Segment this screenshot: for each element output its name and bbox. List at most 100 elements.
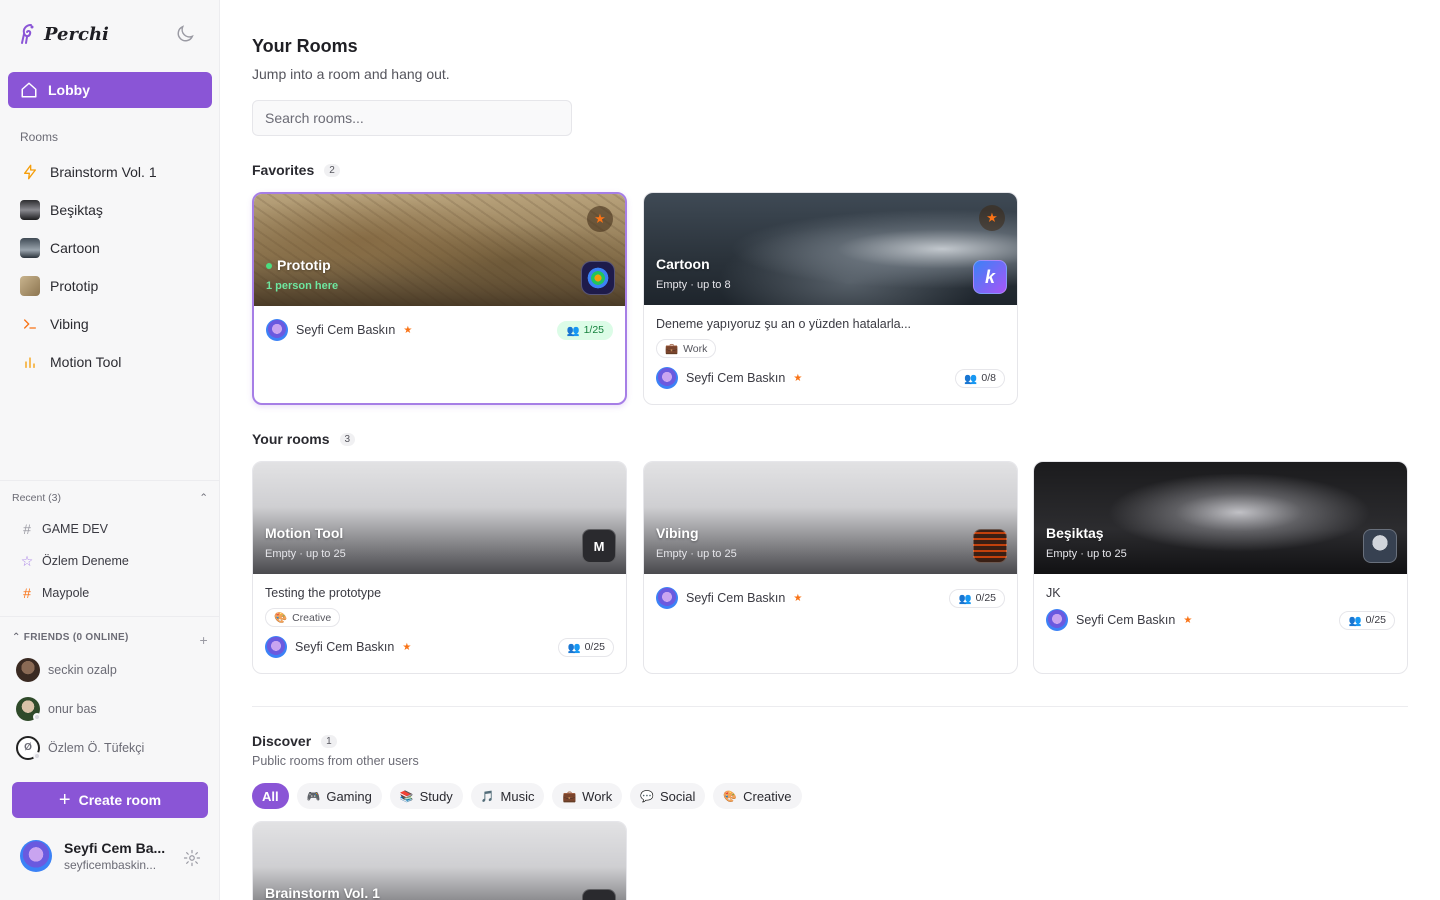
sidebar-room-besiktas[interactable]: Beşiktaş xyxy=(20,191,210,229)
add-friend-icon[interactable]: + xyxy=(200,632,208,648)
offline-status-dot xyxy=(33,752,41,760)
room-card-title: Prototip xyxy=(266,257,331,273)
chevron-up-icon[interactable]: ⌃ xyxy=(199,492,208,504)
recent-item[interactable]: ☆ Özlem Deneme xyxy=(20,545,129,577)
room-card-status: Empty · up to 25 xyxy=(265,548,346,560)
search-input[interactable] xyxy=(252,100,572,136)
online-dot xyxy=(266,263,272,270)
room-card-cartoon[interactable]: ★ Cartoon Empty · up to 8 k Deneme yapıy… xyxy=(643,192,1018,405)
your-rooms-label: Your rooms xyxy=(252,431,330,447)
recent-label: Recent (3) xyxy=(12,492,62,504)
discover-header: Discover 1 xyxy=(252,733,337,749)
favorite-star-icon[interactable]: ★ xyxy=(587,206,613,232)
favorites-count: 2 xyxy=(324,163,340,177)
sidebar-room-prototip[interactable]: Prototip xyxy=(20,267,210,305)
favorite-star-icon[interactable]: ★ xyxy=(979,205,1005,231)
room-icon xyxy=(582,889,616,900)
your-rooms-header: Your rooms 3 xyxy=(252,431,356,447)
room-card-title: Brainstorm Vol. 1 xyxy=(265,885,380,900)
room-banner: ★ Prototip 1 person here xyxy=(254,194,625,306)
sidebar-room-brainstorm[interactable]: Brainstorm Vol. 1 xyxy=(20,153,210,191)
recent-item[interactable]: # Maypole xyxy=(20,577,129,609)
room-card-title: Cartoon xyxy=(656,256,710,272)
music-note-icon: 🎵 xyxy=(480,790,495,803)
star-outline-icon: ☆ xyxy=(20,552,34,569)
sidebar-room-cartoon[interactable]: Cartoon xyxy=(20,229,210,267)
gear-icon[interactable] xyxy=(183,849,201,867)
app-name: Perchi xyxy=(44,23,109,45)
friend-name: Özlem Ö. Tüfekçi xyxy=(48,740,145,755)
page-title: Your Rooms xyxy=(252,36,358,56)
sidebar: Perchi Lobby Rooms Brainstorm Vol. 1 Beş… xyxy=(0,0,220,900)
users-icon: 👥 xyxy=(567,641,581,654)
room-card-vibing[interactable]: Vibing Empty · up to 25 Seyfi Cem Baskın… xyxy=(643,461,1018,674)
owner-name: Seyfi Cem Baskın xyxy=(295,640,395,654)
lobby-button[interactable]: Lobby xyxy=(8,72,212,108)
sidebar-room-motion-tool[interactable]: Motion Tool xyxy=(20,343,210,381)
room-card-title: Beşiktaş xyxy=(1046,525,1104,541)
friends-list: seckin ozalp onur bas Ø Özlem Ö. Tüfekçi xyxy=(16,650,144,767)
palette-icon: 🎨 xyxy=(274,612,288,624)
filter-creative[interactable]: 🎨 Creative xyxy=(713,783,802,809)
room-icon: k xyxy=(973,260,1007,294)
filter-music[interactable]: 🎵 Music xyxy=(470,783,545,809)
owner-name: Seyfi Cem Baskın xyxy=(296,323,396,337)
chevron-up-icon[interactable]: ⌃ xyxy=(12,632,21,643)
filter-gaming[interactable]: 🎮 Gaming xyxy=(296,783,382,809)
lobby-label: Lobby xyxy=(48,82,90,98)
sidebar-room-vibing[interactable]: Vibing xyxy=(20,305,210,343)
filter-study[interactable]: 📚 Study xyxy=(389,783,463,809)
recent-header[interactable]: Recent (3) ⌃ xyxy=(12,492,208,504)
room-card-prototip[interactable]: ★ Prototip 1 person here Seyfi Cem Baskı… xyxy=(252,192,627,405)
room-description: Deneme yapıyoruz şu an o yüzden hatalarl… xyxy=(656,317,912,331)
recent-item[interactable]: # GAME DEV xyxy=(20,513,129,545)
owner-name: Seyfi Cem Baskın xyxy=(686,371,786,385)
avatar xyxy=(265,636,287,658)
home-icon xyxy=(21,82,37,98)
room-card-besiktas[interactable]: Beşiktaş Empty · up to 25 JK Seyfi Cem B… xyxy=(1033,461,1408,674)
avatar xyxy=(20,840,52,872)
sidebar-room-label: Prototip xyxy=(50,278,99,294)
room-card-brainstorm[interactable]: Brainstorm Vol. 1 xyxy=(252,821,627,900)
page-subtitle: Jump into a room and hang out. xyxy=(252,66,450,82)
room-card-status: Empty · up to 25 xyxy=(656,548,737,560)
sidebar-divider xyxy=(0,616,220,617)
user-profile[interactable]: Seyfi Cem Ba... seyficembaskin... xyxy=(20,840,165,872)
recent-list: # GAME DEV ☆ Özlem Deneme # Maypole xyxy=(20,513,129,609)
star-icon: ★ xyxy=(402,641,412,653)
perchi-logo-icon xyxy=(21,24,34,44)
room-tag: 💼 Work xyxy=(656,339,717,358)
app-brand[interactable]: Perchi xyxy=(18,22,109,46)
friends-header[interactable]: ⌃ FRIENDS (0 ONLINE) + xyxy=(12,632,208,648)
filter-all[interactable]: All xyxy=(252,783,289,809)
filter-work[interactable]: 💼 Work xyxy=(552,783,623,809)
users-icon: 👥 xyxy=(964,372,978,385)
room-owner: Seyfi Cem Baskın ★ xyxy=(656,587,802,609)
room-icon xyxy=(1363,529,1397,563)
palette-icon: 🎨 xyxy=(723,790,738,803)
create-room-button[interactable]: + Create room xyxy=(12,782,208,818)
bar-chart-icon xyxy=(20,352,40,372)
rooms-section-label: Rooms xyxy=(20,130,59,144)
sidebar-room-label: Brainstorm Vol. 1 xyxy=(50,164,157,180)
gamepad-icon: 🎮 xyxy=(306,790,321,803)
moon-icon[interactable] xyxy=(174,23,196,45)
friend-item[interactable]: onur bas xyxy=(16,689,144,728)
avatar xyxy=(16,657,40,682)
star-icon: ★ xyxy=(793,592,803,604)
room-icon xyxy=(973,529,1007,563)
star-icon: ★ xyxy=(793,372,803,384)
filter-social[interactable]: 💬 Social xyxy=(630,783,706,809)
friend-item[interactable]: seckin ozalp xyxy=(16,650,144,689)
room-card-motion-tool[interactable]: Motion Tool Empty · up to 25 M Testing t… xyxy=(252,461,627,674)
member-count-badge: 👥 0/25 xyxy=(949,588,1005,608)
sidebar-room-label: Vibing xyxy=(50,316,89,332)
room-icon xyxy=(581,261,615,295)
room-banner: ★ Cartoon Empty · up to 8 k xyxy=(644,193,1017,305)
room-card-status: 1 person here xyxy=(266,280,339,292)
discover-label: Discover xyxy=(252,733,312,749)
books-icon: 📚 xyxy=(399,790,414,803)
users-icon: 👥 xyxy=(958,592,972,605)
member-count-badge: 👥 0/25 xyxy=(1339,610,1395,630)
friend-item[interactable]: Ø Özlem Ö. Tüfekçi xyxy=(16,728,144,767)
